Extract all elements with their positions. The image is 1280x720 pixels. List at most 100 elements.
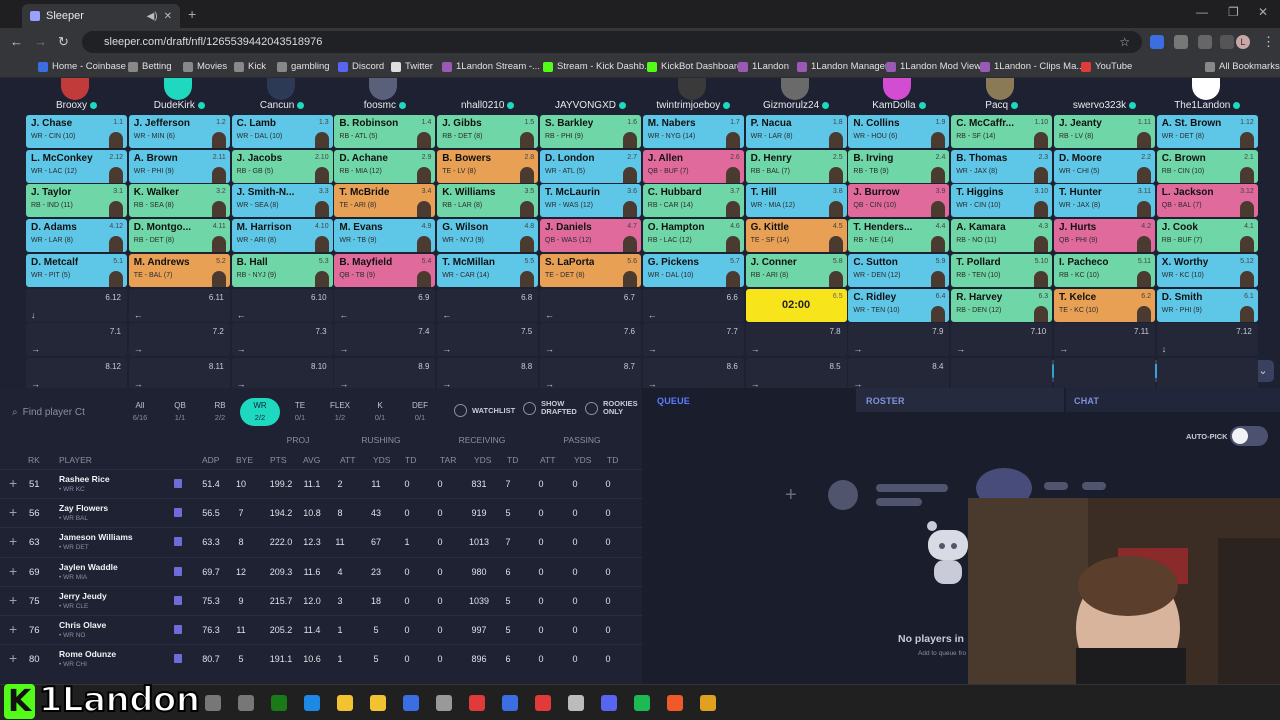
draft-player-plus-icon[interactable]: +	[9, 533, 17, 549]
settings-icon[interactable]	[436, 695, 452, 711]
empty-pick-slot[interactable]: 8.10 →	[231, 357, 333, 391]
empty-pick-slot[interactable]: 7.6 →	[540, 323, 641, 357]
calculator-icon[interactable]	[403, 695, 419, 711]
bookmark-item[interactable]: 1Landon	[738, 61, 789, 72]
draft-pick-cell[interactable]: K. Williams RB - LAR (8) 3.5	[437, 184, 539, 218]
column-header[interactable]: ATT	[340, 455, 355, 465]
position-filter-te[interactable]: TE 0/1	[280, 398, 320, 426]
player-row[interactable]: +80 Rome Odunze • WR CHI 80.7 5 191.1 10.6 1 5 0 0…	[0, 644, 642, 673]
downloads-icon[interactable]	[1220, 35, 1234, 49]
team-header[interactable]: nhall0210	[436, 78, 539, 114]
draft-player-plus-icon[interactable]: +	[9, 650, 17, 666]
draft-pick-cell[interactable]: G. Pickens WR - DAL (10) 5.7	[642, 253, 744, 287]
player-note-icon[interactable]	[174, 479, 182, 488]
draft-pick-cell[interactable]: J. Daniels QB - WAS (12) 4.7	[540, 219, 641, 253]
back-icon[interactable]: ←	[10, 34, 23, 49]
draft-pick-cell[interactable]: G. Wilson WR - NYJ (9) 4.8	[437, 219, 539, 253]
bookmark-item[interactable]: gambling	[277, 61, 330, 72]
rookies-only-toggle[interactable]: ROOKIES ONLY	[585, 400, 638, 416]
draft-pick-cell[interactable]: T. Hunter WR - JAX (8) 3.11	[1054, 184, 1155, 218]
draft-pick-cell[interactable]: J. Taylor RB - IND (11) 3.1	[26, 184, 127, 218]
draft-pick-cell[interactable]: N. Collins WR - HOU (6) 1.9	[848, 115, 950, 148]
column-header[interactable]: ATT	[540, 455, 555, 465]
team-header[interactable]: DudeKirk	[128, 78, 231, 114]
empty-pick-slot[interactable]: 6.9 ←	[334, 288, 436, 322]
draft-pick-cell[interactable]: J. Chase WR - CIN (10) 1.1	[26, 115, 127, 148]
draft-pick-cell[interactable]: C. Ridley WR - TEN (10) 6.4	[848, 288, 950, 322]
draft-pick-cell[interactable]: D. London WR - ATL (5) 2.7	[540, 149, 641, 183]
player-row[interactable]: +63 Jameson Williams • WR DET 63.3 8 222.0 12.…	[0, 527, 642, 556]
draft-pick-cell[interactable]: G. Kittle TE - SF (14) 4.5	[745, 219, 847, 253]
bookmark-star-icon[interactable]: ☆	[1119, 35, 1130, 49]
team-header[interactable]: Brooxy	[25, 78, 128, 114]
profile-avatar[interactable]: L	[1236, 35, 1250, 49]
empty-pick-slot[interactable]: 7.9 →	[848, 323, 950, 357]
empty-pick-slot[interactable]	[1054, 357, 1155, 391]
draft-pick-cell[interactable]: M. Nabers WR - NYG (14) 1.7	[642, 115, 744, 148]
empty-pick-slot[interactable]: 8.6 →	[642, 357, 744, 391]
bookmark-item[interactable]: All Bookmarks	[1205, 61, 1280, 72]
url-field[interactable]: sleeper.com/draft/nfl/126553944204351897…	[82, 31, 1142, 53]
draft-pick-cell[interactable]: J. Smith-N... WR - SEA (8) 3.3	[231, 184, 333, 218]
draft-pick-cell[interactable]: R. Harvey RB - DEN (12) 6.3	[951, 288, 1053, 322]
task-view-icon[interactable]	[238, 695, 254, 711]
search-icon[interactable]	[205, 695, 221, 711]
tab-chat[interactable]: CHAT	[1066, 388, 1280, 412]
draft-pick-cell[interactable]: T. McMillan WR - CAR (14) 5.5	[437, 253, 539, 287]
maximize-icon[interactable]: ❐	[1228, 5, 1239, 19]
empty-pick-slot[interactable]: 6.7 ←	[540, 288, 641, 322]
column-header[interactable]: YDS	[574, 455, 591, 465]
bookmark-item[interactable]: 1Landon Manager	[797, 61, 888, 72]
team-header[interactable]: foosmc	[333, 78, 436, 114]
bookmark-item[interactable]: YouTube	[1081, 61, 1132, 72]
column-header[interactable]: TD	[607, 455, 618, 465]
empty-pick-slot[interactable]: 7.10 →	[951, 323, 1053, 357]
xbox-icon[interactable]	[271, 695, 287, 711]
empty-pick-slot[interactable]: 8.12 →	[26, 357, 127, 391]
draft-pick-cell[interactable]: A. Kamara RB - NO (11) 4.3	[951, 219, 1053, 253]
draft-pick-cell[interactable]: T. McLaurin WR - WAS (12) 3.6	[540, 184, 641, 218]
watchlist-toggle[interactable]: WATCHLIST	[454, 404, 515, 417]
empty-pick-slot[interactable]: 7.2 →	[128, 323, 230, 357]
empty-pick-slot[interactable]: 8.5 →	[745, 357, 847, 391]
player-row[interactable]: +56 Zay Flowers • WR BAL 56.5 7 194.2 10.8 8 43 0…	[0, 498, 642, 527]
draft-pick-cell[interactable]: P. Nacua WR - LAR (8) 1.8	[745, 115, 847, 148]
extension-icon[interactable]	[1174, 35, 1188, 49]
column-header[interactable]: TD	[507, 455, 518, 465]
draft-pick-cell[interactable]: L. Jackson QB - BAL (7) 3.12	[1156, 184, 1258, 218]
spotify-icon[interactable]	[634, 695, 650, 711]
draft-pick-cell[interactable]: B. Robinson RB - ATL (5) 1.4	[334, 115, 436, 148]
draft-pick-cell[interactable]: C. Hubbard RB - CAR (14) 3.7	[642, 184, 744, 218]
player-note-icon[interactable]	[174, 508, 182, 518]
empty-pick-slot[interactable]: 8.8 →	[437, 357, 539, 391]
draft-player-plus-icon[interactable]: +	[9, 475, 17, 491]
draft-player-plus-icon[interactable]: +	[9, 621, 17, 637]
empty-pick-slot[interactable]: 7.8 →	[745, 323, 847, 357]
draft-pick-cell[interactable]: S. Barkley RB - PHI (9) 1.6	[540, 115, 641, 148]
draft-pick-cell[interactable]: D. Adams WR - LAR (8) 4.12	[26, 219, 127, 253]
notepad-icon[interactable]	[370, 695, 386, 711]
draft-pick-cell[interactable]: J. Jefferson WR - MIN (6) 1.2	[128, 115, 230, 148]
draft-pick-cell[interactable]: J. Jeanty RB - LV (8) 1.11	[1054, 115, 1155, 148]
draft-pick-cell[interactable]: L. McConkey WR - LAC (12) 2.12	[26, 149, 127, 183]
draft-player-plus-icon[interactable]: +	[9, 563, 17, 579]
player-note-icon[interactable]	[174, 595, 182, 605]
brave-icon[interactable]	[667, 695, 683, 711]
team-header[interactable]: JAYVONGXD	[539, 78, 642, 114]
draft-pick-cell[interactable]: B. Thomas WR - JAX (8) 2.3	[951, 149, 1053, 183]
bookmark-item[interactable]: Movies	[183, 61, 227, 72]
show-drafted-toggle[interactable]: SHOW DRAFTED	[523, 400, 577, 416]
bookmark-item[interactable]: KickBot Dashboard	[647, 61, 742, 72]
draft-pick-cell[interactable]: M. Evans WR - TB (9) 4.9	[334, 219, 436, 253]
player-note-icon[interactable]	[174, 654, 182, 664]
app-icon[interactable]	[502, 695, 518, 711]
empty-pick-slot[interactable]: 7.1 →	[26, 323, 127, 357]
player-note-icon[interactable]	[174, 625, 182, 634]
column-header[interactable]: PTS	[270, 455, 287, 465]
draft-pick-cell[interactable]: X. Worthy WR - KC (10) 5.12	[1156, 253, 1258, 287]
draft-pick-cell[interactable]: A. St. Brown WR - DET (8) 1.12	[1156, 115, 1258, 148]
draft-pick-cell[interactable]: M. Andrews TE - BAL (7) 5.2	[128, 253, 230, 287]
position-filter-def[interactable]: DEF 0/1	[400, 398, 440, 426]
app-icon[interactable]	[535, 695, 551, 711]
team-header[interactable]: twintrimjoeboy	[642, 78, 745, 114]
